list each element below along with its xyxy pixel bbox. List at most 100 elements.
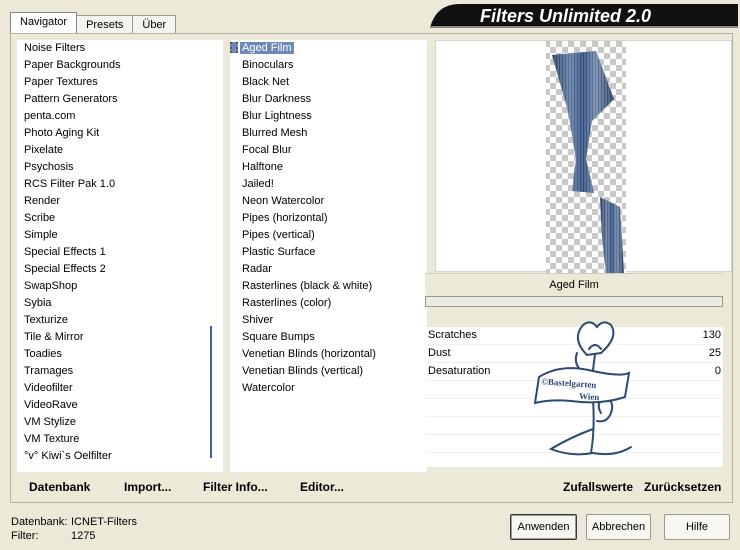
filter-item[interactable]: Neon Watercolor: [230, 193, 427, 210]
param-value[interactable]: 25: [709, 345, 721, 362]
tab-strip: Navigator Presets Über: [10, 12, 177, 33]
filter-item[interactable]: Blur Lightness: [230, 108, 427, 125]
category-label: penta.com: [24, 110, 76, 122]
category-item[interactable]: Videofilter: [17, 380, 223, 397]
filter-item[interactable]: Black Net: [230, 74, 427, 91]
category-item[interactable]: Pattern Generators: [17, 91, 223, 108]
category-label: Videofilter: [24, 382, 73, 394]
param-label: Dust: [428, 347, 451, 359]
category-item[interactable]: Special Effects 2: [17, 261, 223, 278]
category-item[interactable]: VM Texture: [17, 431, 223, 448]
filter-label: Blur Darkness: [242, 93, 312, 105]
navigator-panel: Noise Filters Paper Backgrounds Paper Text…: [10, 33, 733, 503]
filter-item[interactable]: Shiver: [230, 312, 427, 329]
filter-label: Jailed!: [242, 178, 274, 190]
filter-count-value: 1275: [71, 530, 96, 542]
category-item[interactable]: Psychosis: [17, 159, 223, 176]
filter-label: Shiver: [242, 314, 274, 326]
zuruecksetzen-button[interactable]: Zurücksetzen: [644, 479, 721, 495]
filter-item[interactable]: Rasterlines (black & white): [230, 278, 427, 295]
filter-item[interactable]: Pipes (horizontal): [230, 210, 427, 227]
category-label: Texturize: [24, 314, 69, 326]
parameter-list: Scratches 130 Dust 25 Desaturation 0 ©Ba…: [425, 321, 723, 467]
tab-uber[interactable]: Über: [132, 15, 177, 33]
filter-item[interactable]: Plastic Surface: [230, 244, 427, 261]
filter-item[interactable]: Aged Film: [230, 40, 427, 57]
tab-navigator[interactable]: Navigator: [10, 12, 78, 33]
filter-label: Binoculars: [242, 59, 294, 71]
param-label: Desaturation: [428, 365, 491, 377]
filter-label: Black Net: [242, 76, 290, 88]
filter-item[interactable]: Blur Darkness: [230, 91, 427, 108]
category-item[interactable]: Paper Textures: [17, 74, 223, 91]
filter-item[interactable]: Square Bumps: [230, 329, 427, 346]
filter-item[interactable]: Binoculars: [230, 57, 427, 74]
param-value[interactable]: 0: [715, 363, 721, 380]
import-button[interactable]: Import...: [124, 479, 171, 495]
filter-info-button[interactable]: Filter Info...: [203, 479, 268, 495]
filter-item[interactable]: Blurred Mesh: [230, 125, 427, 142]
category-item[interactable]: Special Effects 1: [17, 244, 223, 261]
filter-list[interactable]: Aged Film Binoculars Black Net Blur Darknes…: [230, 40, 427, 472]
cancel-button[interactable]: Abbrechen: [586, 514, 651, 540]
zufallswerte-button[interactable]: Zufallswerte: [563, 479, 633, 495]
category-item[interactable]: Sybia: [17, 295, 223, 312]
filter-label: Rasterlines (color): [242, 297, 332, 309]
filter-label: Venetian Blinds (vertical): [242, 365, 364, 377]
apply-button[interactable]: Anwenden: [510, 514, 577, 540]
filter-label: Neon Watercolor: [242, 195, 325, 207]
filter-item[interactable]: Pipes (vertical): [230, 227, 427, 244]
tab-presets[interactable]: Presets: [76, 15, 134, 33]
help-button[interactable]: Hilfe: [664, 514, 730, 540]
category-item[interactable]: penta.com: [17, 108, 223, 125]
category-item[interactable]: Noise Filters: [17, 40, 223, 57]
filter-label: Watercolor: [242, 382, 295, 394]
category-label: VideoRave: [24, 399, 78, 411]
category-item[interactable]: Pixelate: [17, 142, 223, 159]
datenbank-button[interactable]: Datenbank: [29, 479, 90, 495]
filter-item[interactable]: Halftone: [230, 159, 427, 176]
category-label: Pattern Generators: [24, 93, 118, 105]
filter-count-label: Filter:: [11, 530, 39, 542]
filter-item[interactable]: Jailed!: [230, 176, 427, 193]
filter-item[interactable]: Venetian Blinds (horizontal): [230, 346, 427, 363]
category-label: Toadies: [24, 348, 62, 360]
category-item[interactable]: SwapShop: [17, 278, 223, 295]
category-item[interactable]: VideoRave: [17, 397, 223, 414]
category-item[interactable]: VM Stylize: [17, 414, 223, 431]
filter-label: Pipes (horizontal): [242, 212, 328, 224]
editor-button[interactable]: Editor...: [300, 479, 344, 495]
watermark-logo: ©Bastelgarten Wien: [533, 321, 632, 456]
param-value[interactable]: 130: [703, 327, 721, 344]
category-item[interactable]: RCS Filter Pak 1.0: [17, 176, 223, 193]
category-item[interactable]: Toadies: [17, 346, 223, 363]
filter-item[interactable]: Watercolor: [230, 380, 427, 397]
filter-label: Radar: [242, 263, 272, 275]
filter-label: Plastic Surface: [242, 246, 316, 258]
filter-label: Rasterlines (black & white): [242, 280, 373, 292]
filter-item[interactable]: Rasterlines (color): [230, 295, 427, 312]
category-item[interactable]: Scribe: [17, 210, 223, 227]
category-item[interactable]: Render: [17, 193, 223, 210]
category-item[interactable]: Tramages: [17, 363, 223, 380]
category-label: Render: [24, 195, 61, 207]
category-label: VM Stylize: [24, 416, 76, 428]
category-item[interactable]: Paper Backgrounds: [17, 57, 223, 74]
filter-item[interactable]: Radar: [230, 261, 427, 278]
category-item[interactable]: Texturize: [17, 312, 223, 329]
category-label: RCS Filter Pak 1.0: [24, 178, 116, 190]
watermark-text-line2: Wien: [579, 391, 600, 402]
category-scroll-thumb[interactable]: [210, 326, 212, 458]
category-label: Tile & Mirror: [24, 331, 84, 343]
filter-item[interactable]: Venetian Blinds (vertical): [230, 363, 427, 380]
preview-filter-name: Aged Film: [425, 273, 723, 295]
progress-bar: [425, 296, 723, 307]
category-item[interactable]: °v° Kiwi`s Oelfilter: [17, 448, 223, 465]
category-label: Photo Aging Kit: [24, 127, 100, 139]
datenbank-value: ICNET-Filters: [71, 516, 137, 528]
category-item[interactable]: Tile & Mirror: [17, 329, 223, 346]
category-list[interactable]: Noise Filters Paper Backgrounds Paper Text…: [17, 40, 223, 472]
category-item[interactable]: Simple: [17, 227, 223, 244]
category-item[interactable]: Photo Aging Kit: [17, 125, 223, 142]
filter-item[interactable]: Focal Blur: [230, 142, 427, 159]
